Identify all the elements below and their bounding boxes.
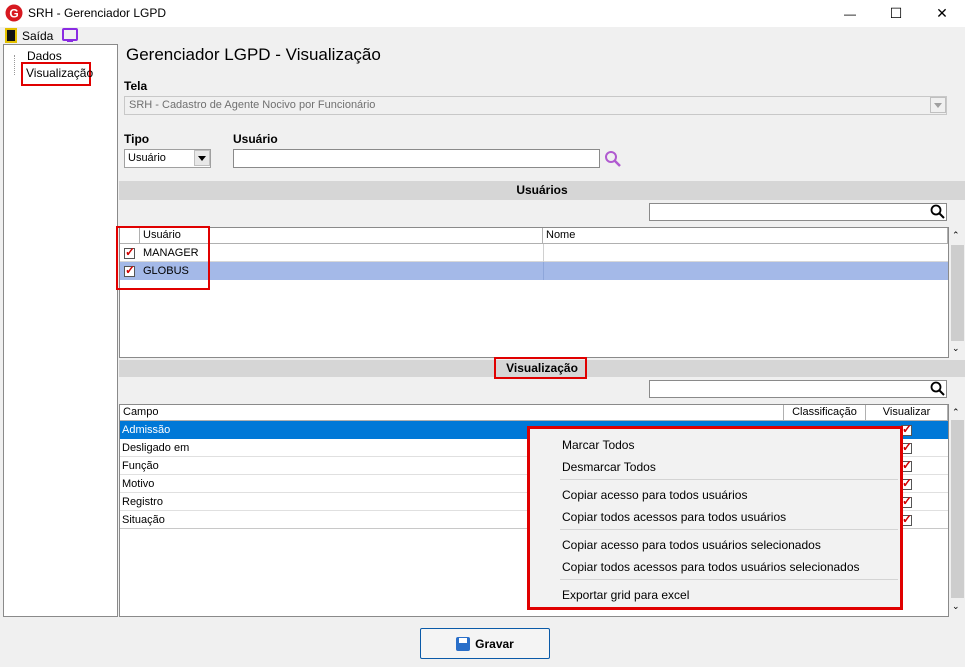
users-filter-input[interactable]	[649, 203, 947, 221]
menu-item-exportar-excel[interactable]: Exportar grid para excel	[562, 588, 689, 602]
tela-dropdown-icon[interactable]	[930, 97, 946, 113]
view-filter-search-icon[interactable]	[930, 381, 945, 396]
users-scroll-thumb[interactable]	[951, 245, 964, 341]
view-row-6-field: Situação	[122, 514, 165, 526]
tipo-label: Tipo	[124, 132, 150, 146]
tree-item-dados[interactable]: Dados	[27, 49, 62, 63]
tipo-dropdown-icon[interactable]	[194, 150, 210, 166]
usuario-input[interactable]	[233, 149, 600, 168]
context-menu: Marcar Todos Desmarcar Todos Copiar aces…	[527, 426, 903, 610]
view-row-4-field: Motivo	[122, 478, 155, 490]
floppy-disk-icon	[456, 636, 471, 651]
maximize-icon: ☐	[889, 5, 903, 21]
save-button-label: Gravar	[475, 636, 514, 651]
users-section-header: Usuários	[119, 181, 965, 200]
minimize-button[interactable]: —	[827, 0, 873, 27]
users-scroll-up-icon[interactable]: ⌃	[952, 230, 960, 241]
tela-value: SRH - Cadastro de Agente Nocivo por Func…	[129, 99, 376, 111]
monitor-stand	[67, 40, 73, 42]
annotation-box-users	[116, 226, 210, 290]
menu-item-copiar-todos-acessos-selecionados[interactable]: Copiar todos acessos para todos usuários…	[562, 560, 860, 574]
menu-item-copiar-acesso-selecionados[interactable]: Copiar acesso para todos usuários seleci…	[562, 538, 821, 552]
view-scroll-thumb[interactable]	[951, 420, 964, 598]
annotation-box-view-title	[494, 357, 587, 379]
view-row-2-field: Desligado em	[122, 442, 190, 454]
view-row-5-field: Registro	[122, 496, 163, 508]
toolbar	[0, 27, 965, 44]
tipo-value: Usuário	[128, 152, 166, 164]
menu-item-marcar-todos[interactable]: Marcar Todos	[562, 438, 634, 452]
minimize-icon: —	[844, 6, 856, 21]
users-col-nome[interactable]: Nome	[543, 228, 948, 244]
close-icon: ✕	[936, 5, 948, 21]
tela-select[interactable]: SRH - Cadastro de Agente Nocivo por Func…	[124, 96, 947, 115]
menu-separator	[560, 579, 898, 580]
search-icon[interactable]	[604, 150, 622, 168]
tela-label: Tela	[124, 79, 148, 93]
view-scroll-up-icon[interactable]: ⌃	[952, 407, 960, 418]
view-scroll-down-icon[interactable]: ⌄	[952, 601, 960, 612]
users-row-1[interactable]	[120, 244, 948, 262]
close-button[interactable]: ✕	[919, 0, 965, 27]
users-scroll-down-icon[interactable]: ⌄	[952, 343, 960, 354]
window-title: SRH - Gerenciador LGPD	[28, 6, 167, 20]
navigation-tree	[3, 44, 118, 617]
exit-button[interactable]: Saída	[22, 29, 53, 43]
save-button[interactable]: Gravar	[420, 628, 550, 659]
tree-item-visualizacao[interactable]: Visualização	[26, 66, 93, 80]
menu-item-copiar-todos-acessos-todos[interactable]: Copiar todos acessos para todos usuários	[562, 510, 786, 524]
view-col-classificacao[interactable]: Classificação	[784, 405, 866, 421]
view-col-campo[interactable]: Campo	[120, 405, 784, 421]
maximize-button[interactable]: ☐	[873, 0, 919, 27]
view-row-3-field: Função	[122, 460, 159, 472]
users-col-divider-2	[543, 262, 544, 280]
users-row-2[interactable]	[120, 262, 948, 280]
view-filter-input[interactable]	[649, 380, 947, 398]
menu-item-desmarcar-todos[interactable]: Desmarcar Todos	[562, 460, 656, 474]
view-col-visualizar[interactable]: Visualizar	[866, 405, 948, 421]
users-filter-search-icon[interactable]	[930, 204, 945, 219]
page-title: Gerenciador LGPD - Visualização	[126, 45, 381, 64]
app-logo-icon: G	[5, 4, 23, 22]
menu-separator	[560, 529, 898, 530]
exit-door-icon[interactable]	[5, 28, 17, 43]
menu-separator	[560, 479, 898, 480]
svg-text:G: G	[9, 7, 18, 21]
view-row-1-field: Admissão	[122, 424, 171, 436]
usuario-label: Usuário	[233, 132, 278, 146]
menu-item-copiar-acesso-todos[interactable]: Copiar acesso para todos usuários	[562, 488, 747, 502]
